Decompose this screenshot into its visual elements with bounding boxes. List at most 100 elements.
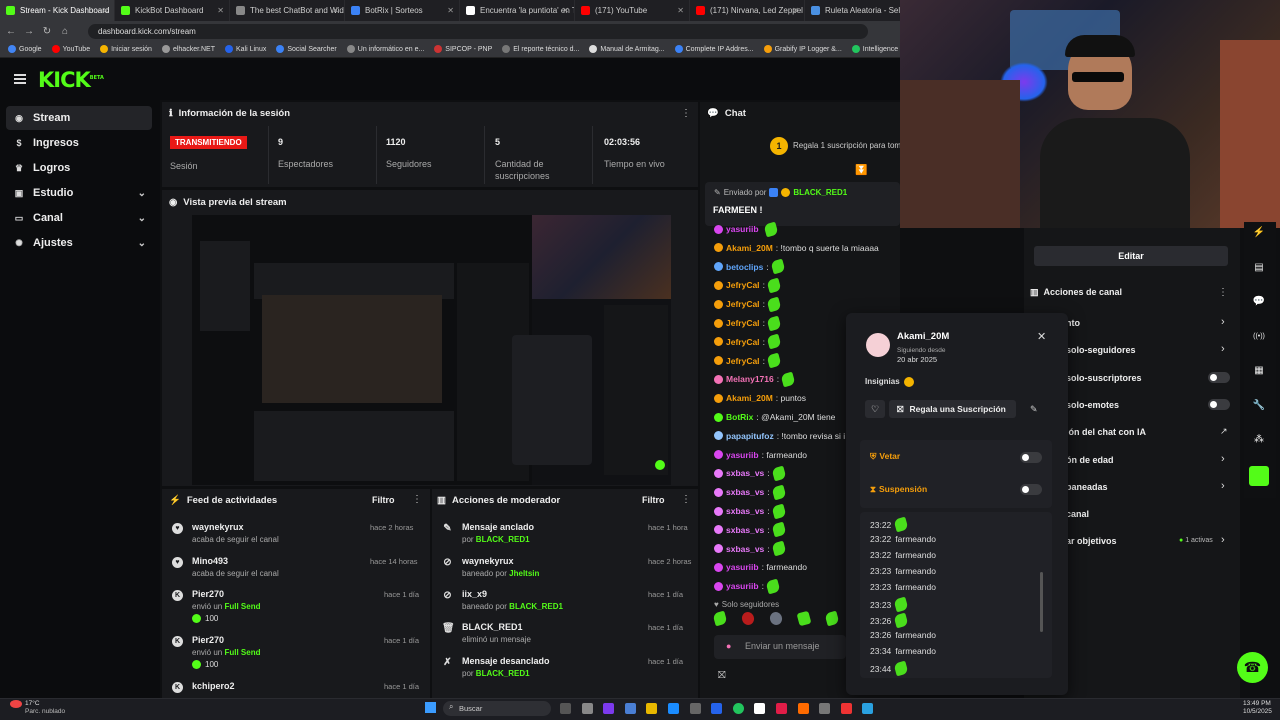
chat-username[interactable]: yasuriib: [726, 450, 759, 460]
channel-action-label[interactable]: canal: [1066, 509, 1089, 519]
chevron-right-icon[interactable]: ›: [1221, 343, 1225, 355]
feed-menu-icon[interactable]: ⋮: [412, 494, 422, 505]
layout-icon[interactable]: ▦: [1252, 364, 1266, 378]
emote-icon[interactable]: [712, 610, 728, 627]
tab-close-icon[interactable]: ✕: [332, 6, 339, 15]
telegram-icon[interactable]: [862, 703, 874, 714]
chat-username[interactable]: sxbas_vs: [726, 525, 764, 535]
chat-username[interactable]: JefryCal: [726, 337, 760, 347]
browser-tab[interactable]: (171) Nirvana, Led Zeppel ✕: [690, 0, 805, 21]
chat-message[interactable]: JefryCal:: [714, 277, 782, 294]
chat-message[interactable]: JefryCal:: [714, 315, 782, 331]
chat-message[interactable]: sxbas_vs:: [714, 484, 787, 501]
sidebar-item-canal[interactable]: ▭ Canal ⌄: [6, 206, 152, 230]
broadcast-icon[interactable]: ((•)): [1252, 330, 1266, 344]
pin-icon[interactable]: ✎: [1030, 404, 1038, 415]
channel-action-label[interactable]: ar objetivos: [1066, 536, 1117, 546]
menu-icon[interactable]: [14, 74, 26, 84]
channel-action-label[interactable]: solo-emotes: [1066, 400, 1119, 410]
log-scrollbar[interactable]: [1040, 572, 1043, 632]
bookmark-item[interactable]: Social Searcher: [276, 45, 337, 53]
reload-icon[interactable]: ↻: [40, 26, 54, 37]
chat-username[interactable]: papapitufoz: [726, 431, 774, 441]
widgets-icon[interactable]: [581, 703, 593, 714]
sidebar-item-stream[interactable]: ◉ Stream: [6, 106, 152, 130]
feed-item[interactable]: ♥ Mino493 acaba de seguir el canal hace 14 …: [172, 556, 418, 578]
tab-close-icon[interactable]: ✕: [217, 6, 224, 15]
chat-message[interactable]: sxbas_vs:: [714, 540, 787, 557]
channel-action-label[interactable]: nto: [1066, 318, 1080, 328]
chat-username[interactable]: yasuriib: [726, 224, 759, 234]
taskbar-search[interactable]: Buscar: [443, 701, 551, 716]
mod-filter-button[interactable]: Filtro: [642, 495, 665, 505]
chat-message[interactable]: sxbas_vs:: [714, 521, 787, 538]
channel-action-label[interactable]: solo-suscriptores: [1066, 373, 1142, 383]
bookmark-item[interactable]: Grabify IP Logger &...: [763, 45, 842, 53]
chat-username[interactable]: Melany1716: [726, 374, 774, 384]
tab-close-icon[interactable]: ✕: [562, 6, 569, 15]
channel-action-toggle[interactable]: [1208, 398, 1230, 410]
bookmark-item[interactable]: SIPCOP - PNP: [434, 45, 492, 53]
mod-username[interactable]: BLACK_RED1: [476, 669, 530, 678]
firefox-icon[interactable]: [797, 703, 809, 714]
channel-action-label[interactable]: ón de edad: [1066, 455, 1114, 465]
feed-item[interactable]: ♥ waynekyrux acaba de seguir el canal hace …: [172, 522, 413, 544]
chevron-right-icon[interactable]: ›: [1221, 453, 1225, 465]
browser-tab[interactable]: Stream - Kick Dashboard ✕: [0, 0, 115, 21]
browser-tab[interactable]: The best ChatBot and Widget ✕: [230, 0, 345, 21]
mod-menu-icon[interactable]: ⋮: [681, 494, 691, 505]
store-icon[interactable]: [819, 703, 831, 714]
emote-icon[interactable]: [824, 610, 840, 627]
feed-username[interactable]: waynekyrux: [192, 522, 279, 532]
channel-action-label[interactable]: baneadas: [1066, 482, 1108, 492]
chat-username[interactable]: sxbas_vs: [726, 506, 764, 516]
copilot-icon[interactable]: [624, 703, 636, 714]
vscode-icon[interactable]: [711, 703, 723, 714]
close-icon[interactable]: ✕: [1037, 330, 1046, 343]
explorer-icon[interactable]: [646, 703, 658, 714]
mod-action-item[interactable]: ✎ Mensaje anclado por BLACK_RED1 hace 1 hor…: [443, 522, 687, 544]
mod-action-item[interactable]: ⊘ iix_x9 baneado por BLACK_RED1 hace 1 día: [443, 589, 683, 611]
share-icon[interactable]: ⁂: [1252, 433, 1266, 447]
chat-username[interactable]: BotRix: [726, 412, 753, 422]
kick-bot-icon[interactable]: [1249, 466, 1269, 486]
bookmark-item[interactable]: Manual de Armitag...: [589, 45, 665, 53]
feed-item[interactable]: K Pier270 envió un Full Send 100 hace 1 día: [172, 635, 419, 669]
bookmark-item[interactable]: Intelligence X: [851, 45, 905, 53]
teams-icon[interactable]: [603, 703, 615, 714]
bookmark-item[interactable]: Google: [8, 45, 42, 53]
chat-username[interactable]: sxbas_vs: [726, 468, 764, 478]
chat-message[interactable]: sxbas_vs:: [714, 503, 787, 519]
sidebar-item-ingresos[interactable]: $ Ingresos: [6, 131, 152, 155]
chat-username[interactable]: JefryCal: [726, 356, 760, 366]
chat-username[interactable]: JefryCal: [726, 299, 760, 309]
chat-message[interactable]: Melany1716:: [714, 371, 796, 388]
chat-username[interactable]: JefryCal: [726, 280, 760, 290]
emote-icon[interactable]: [740, 610, 756, 627]
url-field[interactable]: dashboard.kick.com/stream: [88, 23, 868, 39]
mic-icon[interactable]: ●: [726, 641, 731, 651]
forward-icon[interactable]: →: [22, 26, 36, 37]
gift-banner-text[interactable]: Regala 1 suscripción para tom: [793, 141, 900, 150]
chat-username[interactable]: yasuriib: [726, 562, 759, 572]
external-link-icon[interactable]: ↗: [1220, 426, 1228, 437]
gift-icon[interactable]: ⛝: [718, 670, 726, 681]
tab-close-icon[interactable]: ✕: [447, 6, 454, 15]
bookmark-item[interactable]: YouTube: [51, 45, 90, 53]
feed-filter-button[interactable]: Filtro: [372, 495, 395, 505]
session-menu-icon[interactable]: ⋮: [681, 108, 691, 119]
feed-username[interactable]: Pier270: [192, 635, 260, 645]
feed-item[interactable]: Kkchipero2 hace 1 día: [172, 681, 419, 693]
chat-message[interactable]: Akami_20M: puntos: [714, 391, 806, 405]
chevron-right-icon[interactable]: ›: [1221, 534, 1225, 546]
channel-action-label[interactable]: ión del chat con IA: [1066, 427, 1146, 437]
app-icon[interactable]: [840, 703, 852, 714]
chat-message[interactable]: yasuriib: [714, 221, 779, 237]
chevron-right-icon[interactable]: ›: [1221, 480, 1225, 492]
feed-username[interactable]: Pier270: [192, 589, 260, 599]
sidebar-item-ajustes[interactable]: ✺ Ajustes ⌄: [6, 231, 152, 255]
chat-username[interactable]: sxbas_vs: [726, 487, 764, 497]
chat-message[interactable]: JefryCal:: [714, 352, 782, 369]
emote-icon[interactable]: [768, 610, 784, 627]
tab-close-icon[interactable]: ✕: [677, 6, 684, 15]
